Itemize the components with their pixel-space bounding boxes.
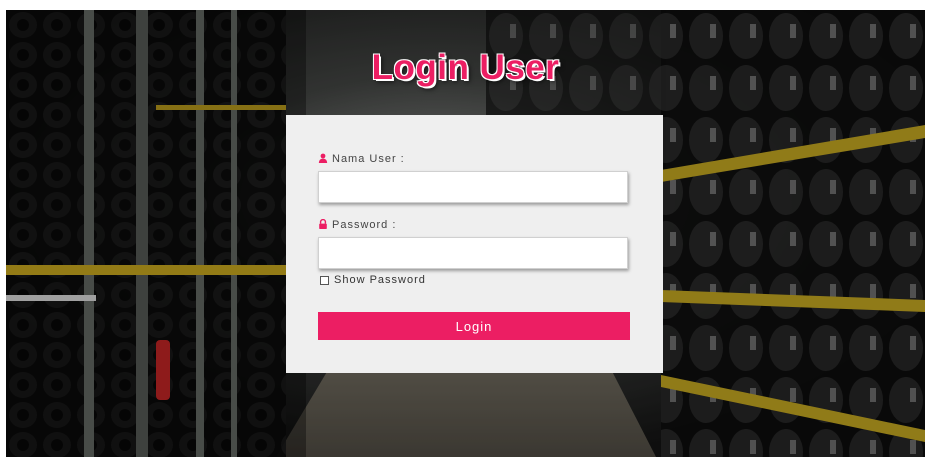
login-button[interactable]: Login bbox=[318, 312, 630, 340]
show-password-label: Show Password bbox=[334, 274, 426, 286]
user-icon bbox=[318, 153, 328, 163]
username-input[interactable] bbox=[318, 171, 628, 203]
password-input[interactable] bbox=[318, 237, 628, 269]
login-card: Nama User : Password : Show Password Log… bbox=[286, 115, 663, 373]
password-label-text: Password : bbox=[332, 219, 397, 231]
password-label: Password : bbox=[318, 219, 396, 231]
username-label: Nama User : bbox=[318, 153, 405, 165]
page-frame: Login User Nama User : Password : Show P… bbox=[6, 10, 925, 457]
show-password-checkbox[interactable] bbox=[320, 275, 329, 285]
lock-icon bbox=[319, 219, 327, 229]
page-title: Login User bbox=[371, 48, 560, 87]
username-label-text: Nama User : bbox=[332, 153, 405, 165]
show-password-toggle[interactable]: Show Password bbox=[320, 274, 426, 286]
